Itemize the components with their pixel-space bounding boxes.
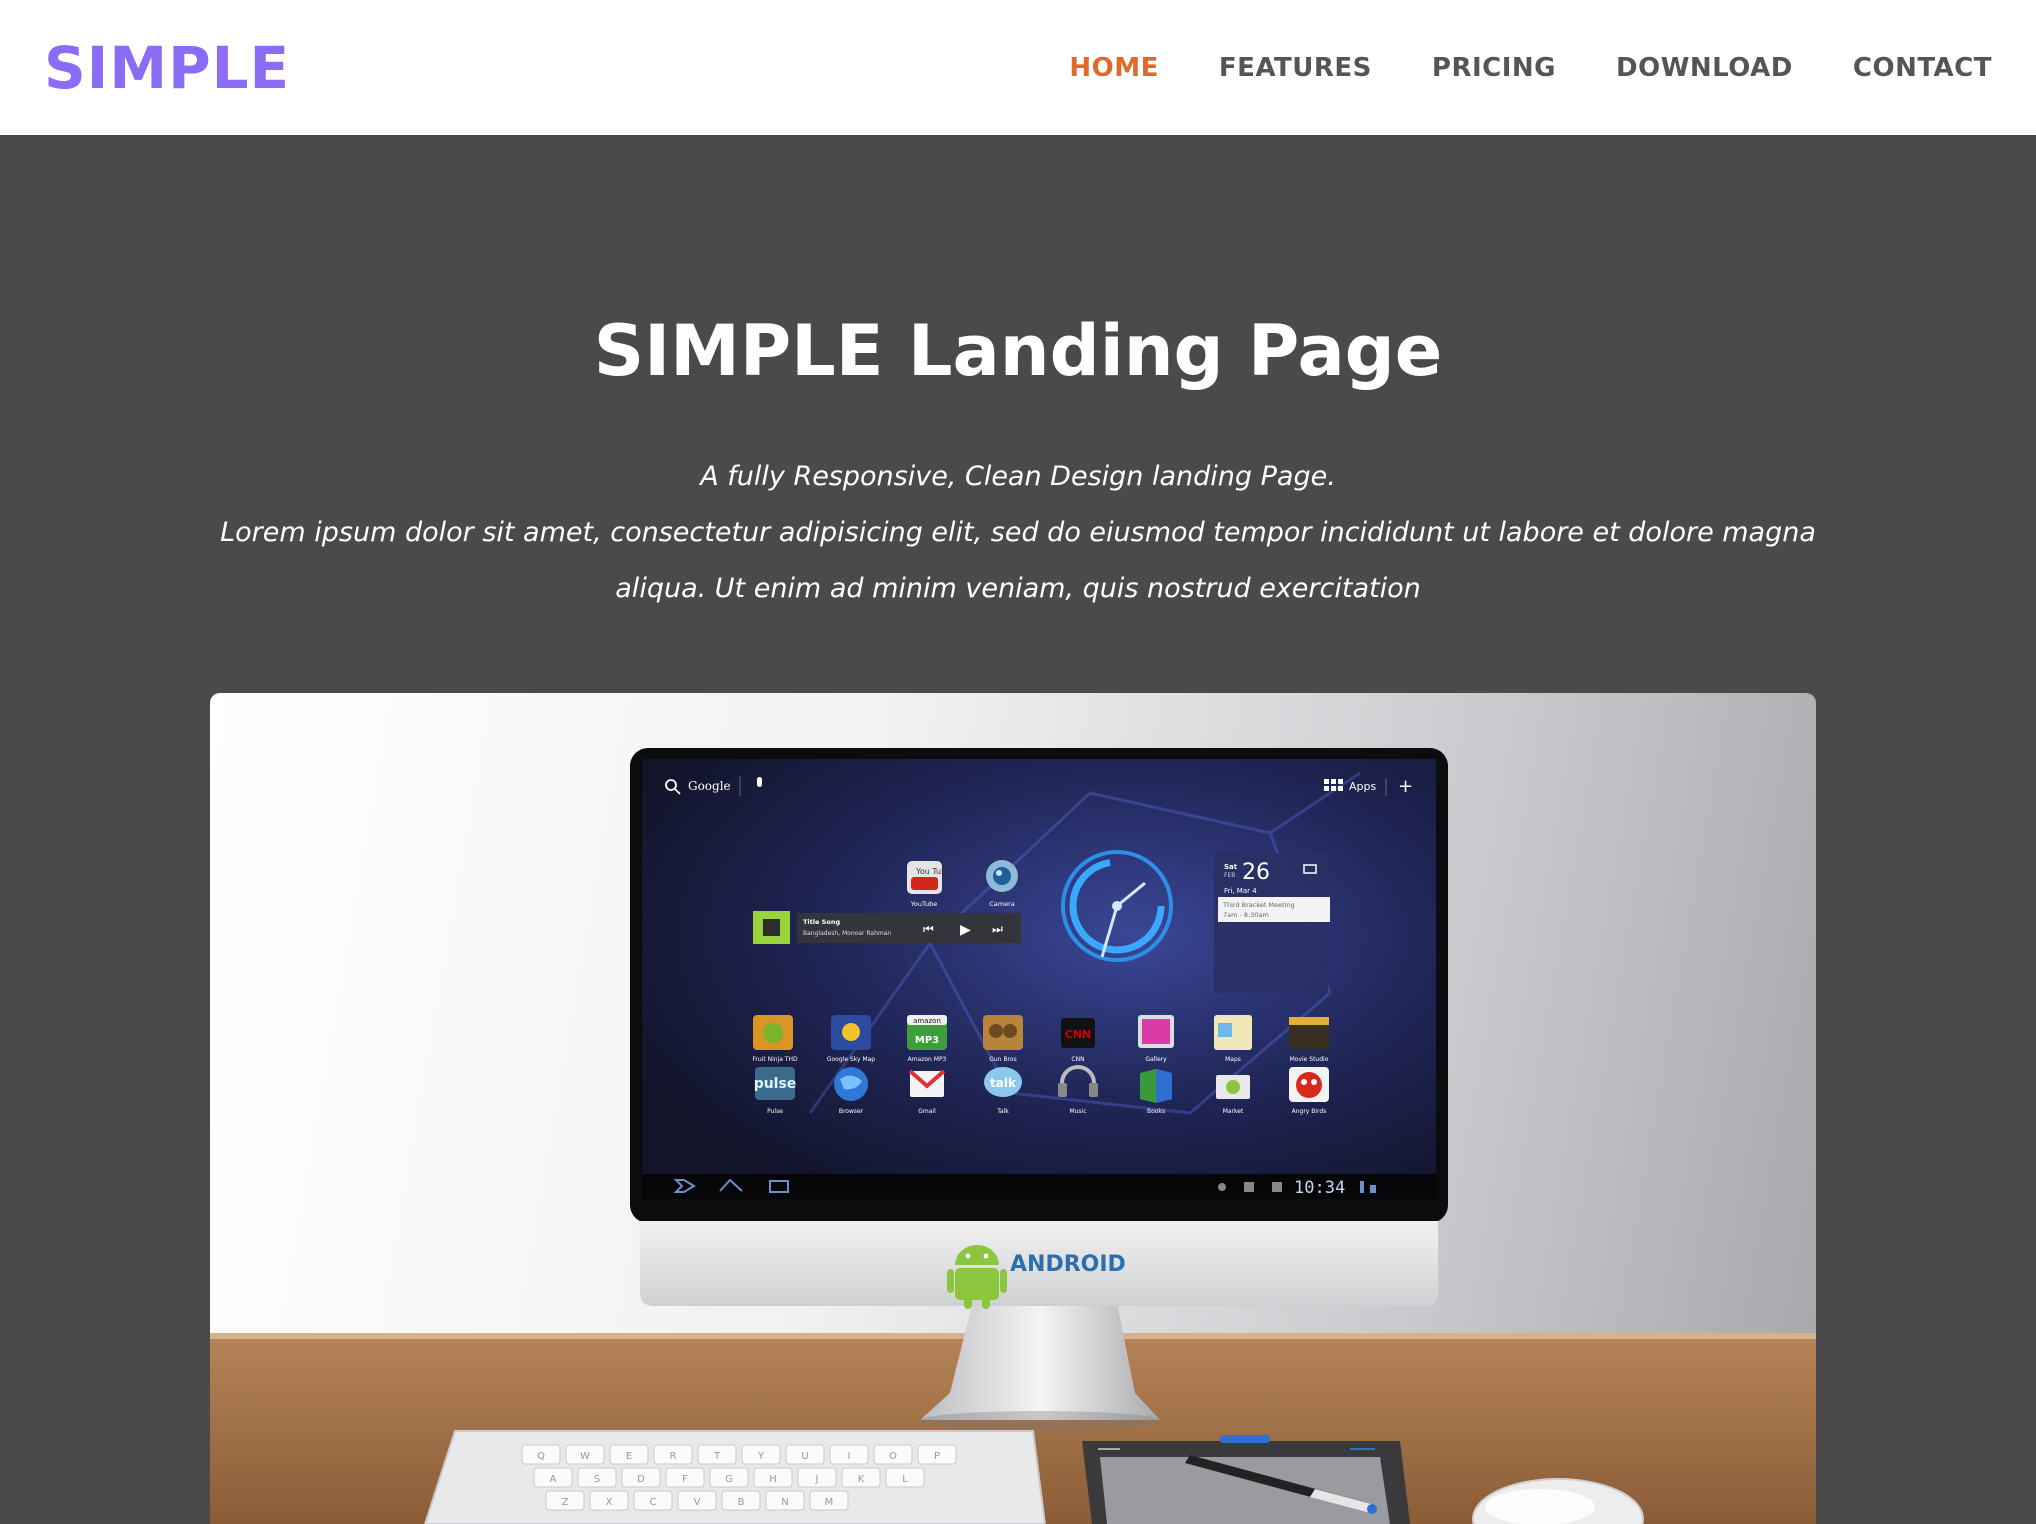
svg-text:Angry Birds: Angry Birds	[1292, 1108, 1327, 1115]
hero-tagline: A fully Responsive, Clean Design landing…	[700, 461, 1336, 492]
microphone-icon[interactable]	[757, 777, 762, 787]
app-angry-birds[interactable]: Angry Birds	[1289, 1067, 1329, 1115]
keyboard-key-label: V	[694, 1497, 701, 1508]
calendar-event: Third Bracket Meeting	[1222, 901, 1295, 909]
hero-subtitle: A fully Responsive, Clean Design landing…	[210, 449, 1826, 617]
signal-icon	[1370, 1185, 1376, 1193]
keyboard-key-label: I	[848, 1451, 851, 1462]
app-browser[interactable]: Browser	[834, 1067, 868, 1115]
keyboard-key-label: B	[738, 1497, 745, 1508]
nav-features-link[interactable]: FEATURES	[1219, 53, 1372, 83]
svg-text:Google Sky Map: Google Sky Map	[827, 1056, 875, 1063]
svg-text:Pulse: Pulse	[767, 1108, 783, 1115]
app-fruit-ninja[interactable]: Fruit Ninja THD	[752, 1015, 798, 1063]
keyboard-key-label: C	[650, 1497, 657, 1508]
keyboard-key-label: S	[594, 1474, 600, 1485]
keyboard: Q W E R T Y U I O P A S D F G H J K L Z X C V B N M	[423, 1430, 1047, 1524]
camera-label: Camera	[989, 900, 1015, 908]
keyboard-key-label: L	[902, 1474, 908, 1485]
hero-showcase-image: ANDROID Google Apps + Title Song Banglad…	[210, 693, 1816, 1524]
keyboard-key-label: A	[550, 1474, 557, 1485]
status-clock: 10:34	[1294, 1178, 1345, 1198]
svg-text:Talk: Talk	[996, 1108, 1009, 1115]
svg-text:Fri, Mar 4: Fri, Mar 4	[1224, 887, 1257, 895]
keyboard-key-label: P	[934, 1451, 940, 1462]
android-wordmark: ANDROID	[1010, 1252, 1126, 1277]
svg-text:Movie Studio: Movie Studio	[1290, 1056, 1329, 1063]
svg-text:Market: Market	[1223, 1108, 1244, 1115]
keyboard-key-label: T	[713, 1451, 721, 1462]
svg-text:Gallery: Gallery	[1145, 1056, 1167, 1063]
gun-bros-icon[interactable]	[983, 1015, 1023, 1050]
nav-pricing-link[interactable]: PRICING	[1432, 53, 1556, 83]
keyboard-key-label: F	[682, 1474, 688, 1485]
previous-track-icon[interactable]: ⏮	[923, 922, 934, 936]
svg-text:Gun Bros: Gun Bros	[989, 1056, 1016, 1063]
plus-icon[interactable]: +	[1398, 776, 1413, 797]
calendar-day-number: 26	[1242, 860, 1270, 885]
svg-text:Books: Books	[1147, 1108, 1165, 1115]
navbar: SIMPLE HOME FEATURES PRICING DOWNLOAD CO…	[0, 0, 2036, 135]
keyboard-key-label: N	[781, 1497, 788, 1508]
apps-label[interactable]: Apps	[1349, 780, 1376, 793]
nav-contact-link[interactable]: CONTACT	[1853, 53, 1992, 83]
nav-download-link[interactable]: DOWNLOAD	[1616, 53, 1793, 83]
keyboard-key-label: O	[889, 1451, 897, 1462]
svg-text:Sat: Sat	[1224, 863, 1238, 871]
keyboard-key-label: R	[670, 1451, 677, 1462]
notification-icon[interactable]	[1218, 1183, 1226, 1191]
svg-text:Gmail: Gmail	[918, 1108, 936, 1115]
camera-app[interactable]: Camera	[986, 860, 1018, 908]
keyboard-key-label: Z	[562, 1497, 569, 1508]
keyboard-key-label: E	[626, 1451, 632, 1462]
keyboard-key-label: Y	[757, 1451, 765, 1462]
keyboard-key-label: X	[606, 1497, 613, 1508]
song-title: Title Song	[803, 918, 840, 926]
keyboard-key-label: U	[801, 1451, 808, 1462]
svg-text:Fruit Ninja THD: Fruit Ninja THD	[752, 1056, 798, 1063]
battery-icon	[1360, 1181, 1364, 1193]
svg-text:You Tube: You Tube	[915, 867, 951, 876]
main-nav: HOME FEATURES PRICING DOWNLOAD CONTACT	[1069, 53, 1992, 83]
app-movie-studio[interactable]: Movie Studio	[1289, 1017, 1329, 1063]
svg-text:MP3: MP3	[915, 1035, 939, 1046]
svg-text:CNN: CNN	[1065, 1028, 1092, 1041]
site-logo[interactable]: SIMPLE	[44, 34, 290, 102]
svg-text:FEB: FEB	[1224, 872, 1235, 879]
google-search-label[interactable]: Google	[688, 779, 731, 793]
hero-title: SIMPLE Landing Page	[593, 310, 1443, 392]
drawing-tablet	[1082, 1435, 1410, 1524]
nav-home-link[interactable]: HOME	[1069, 53, 1159, 83]
svg-text:amazon: amazon	[913, 1017, 941, 1025]
song-artist: Bangladesh, Monoar Rahman	[803, 930, 891, 937]
keyboard-key-label: D	[637, 1474, 645, 1485]
keyboard-key-label: H	[769, 1474, 777, 1485]
calendar-widget: Sat FEB 26 Fri, Mar 4 Third Bracket Meet…	[1214, 853, 1330, 993]
youtube-label: YouTube	[910, 900, 937, 908]
app-google-sky-map[interactable]: Google Sky Map	[827, 1015, 875, 1063]
desktop-scene: ANDROID Google Apps + Title Song Banglad…	[210, 748, 1816, 1524]
svg-text:pulse: pulse	[754, 1076, 797, 1092]
svg-text:Browser: Browser	[839, 1108, 864, 1115]
svg-text:Maps: Maps	[1225, 1056, 1241, 1063]
keyboard-key-label: G	[725, 1474, 733, 1485]
keyboard-key-label: M	[825, 1497, 834, 1508]
svg-text:talk: talk	[990, 1076, 1017, 1090]
svg-text:CNN: CNN	[1071, 1056, 1084, 1063]
keyboard-key-label: Q	[537, 1451, 545, 1462]
app-amazon-mp3[interactable]: amazon MP3 Amazon MP3	[907, 1015, 947, 1063]
svg-text:Amazon MP3: Amazon MP3	[908, 1056, 947, 1063]
hero-description: Lorem ipsum dolor sit amet, consectetur …	[220, 517, 1816, 604]
next-track-icon[interactable]: ⏭	[992, 922, 1003, 936]
svg-text:Music: Music	[1069, 1108, 1086, 1115]
play-icon[interactable]: ▶	[960, 922, 971, 938]
keyboard-key-label: J	[815, 1474, 819, 1485]
keyboard-key-label: K	[858, 1474, 865, 1485]
svg-text:7am - 8:30am: 7am - 8:30am	[1223, 911, 1269, 919]
keyboard-key-label: W	[580, 1451, 590, 1462]
